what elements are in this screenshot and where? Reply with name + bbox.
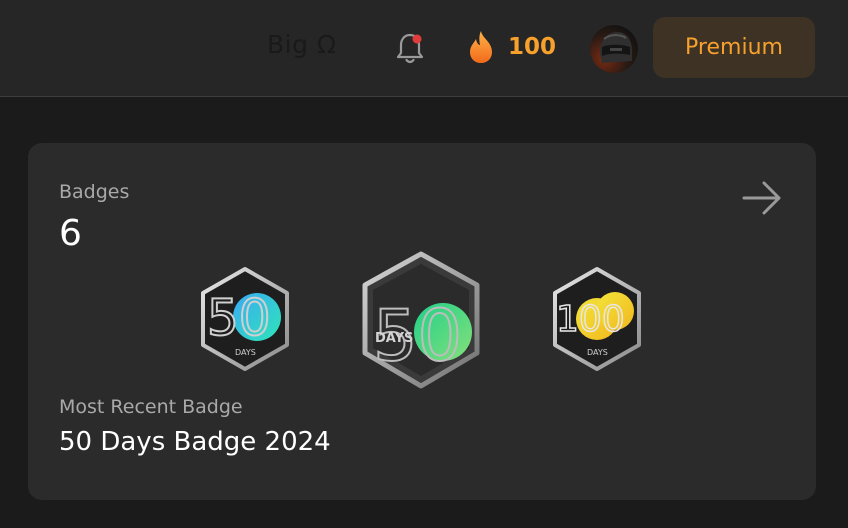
badges-count: 6 xyxy=(59,213,82,254)
notification-dot xyxy=(412,34,422,44)
badges-title: Badges xyxy=(59,181,130,203)
badge-50-days-green[interactable]: 50 DAYS xyxy=(357,250,485,390)
badge-3-caption: DAYS xyxy=(587,348,608,357)
user-avatar[interactable] xyxy=(590,25,638,73)
badges-card: Badges 6 50 DAYS 50 DAYS 100 DAYS Most R… xyxy=(28,143,816,500)
badge-1-caption: DAYS xyxy=(235,348,256,357)
badge-100-days-yellow[interactable]: 100 DAYS xyxy=(547,265,647,375)
most-recent-badge-name: 50 Days Badge 2024 xyxy=(59,427,331,457)
arrow-right-icon[interactable] xyxy=(741,179,783,217)
badge-3-number: 100 xyxy=(556,299,625,340)
most-recent-badge-label: Most Recent Badge xyxy=(59,396,243,418)
streak-counter[interactable]: 100 xyxy=(466,29,556,65)
streak-count: 100 xyxy=(508,34,557,60)
premium-button[interactable]: Premium xyxy=(653,17,815,78)
badge-2-caption: DAYS xyxy=(375,331,413,346)
bell-icon xyxy=(396,33,424,64)
badge-1-number: 50 xyxy=(207,289,271,347)
brand-name: Big Ω xyxy=(267,30,337,59)
notifications-button[interactable] xyxy=(394,30,426,66)
top-bar: Big Ω 100 Premium xyxy=(0,0,848,97)
helmet-avatar xyxy=(590,25,638,73)
flame-icon xyxy=(470,31,492,63)
badge-50-days-cyan[interactable]: 50 DAYS xyxy=(195,265,295,375)
